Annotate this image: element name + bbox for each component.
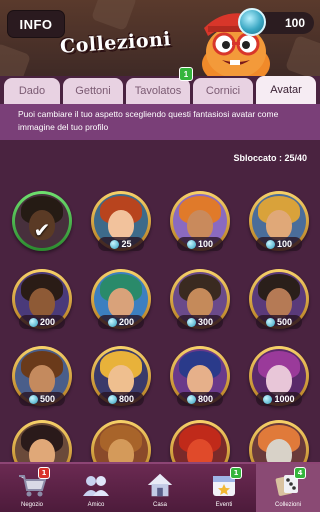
header: INFO Collezioni 100 bbox=[0, 0, 320, 76]
notification-badge: 1 bbox=[230, 467, 242, 479]
avatar-face bbox=[266, 210, 292, 240]
avatar-item[interactable]: 200 bbox=[12, 269, 72, 329]
avatar-face bbox=[266, 365, 292, 395]
avatar-price: 25 bbox=[98, 237, 144, 251]
tab-cornici[interactable]: Cornici bbox=[193, 78, 253, 104]
avatar-price: 200 bbox=[19, 315, 65, 329]
avatar-item[interactable]: 800 bbox=[91, 346, 151, 406]
avatar-face bbox=[108, 365, 134, 395]
gem-icon bbox=[28, 317, 38, 327]
notification-badge: 4 bbox=[294, 467, 306, 479]
gem-icon bbox=[28, 394, 38, 404]
avatar-item[interactable]: 1000 bbox=[249, 346, 309, 406]
bottom-navigation: 1 Negozio Amico Casa 1 Eventi 4 Collezio… bbox=[0, 462, 320, 512]
avatar-price: 1000 bbox=[256, 392, 302, 406]
collection-tabs: Dado Gettoni Tavolatos 1 Cornici Avatar bbox=[0, 67, 320, 104]
avatar-description: Puoi cambiare il tuo aspetto scegliendo … bbox=[0, 104, 320, 140]
gem-icon bbox=[107, 317, 117, 327]
price-value: 500 bbox=[276, 317, 293, 327]
coin-count: 100 bbox=[284, 16, 305, 30]
dice-decoration bbox=[0, 42, 32, 76]
nav-casa[interactable]: Casa bbox=[128, 464, 192, 512]
nav-amico[interactable]: Amico bbox=[64, 464, 128, 512]
gem-icon bbox=[263, 394, 273, 404]
gem-icon bbox=[265, 317, 275, 327]
checkmark-icon: ✔ bbox=[33, 218, 51, 242]
dice-decoration bbox=[90, 0, 138, 32]
avatar-face bbox=[266, 288, 292, 318]
avatar-price: 800 bbox=[177, 392, 223, 406]
price-value: 25 bbox=[121, 239, 132, 249]
avatar-item[interactable]: ✔ bbox=[12, 191, 72, 251]
gem-icon bbox=[110, 239, 120, 249]
avatar-face bbox=[108, 210, 134, 240]
price-value: 500 bbox=[39, 394, 56, 404]
price-value: 200 bbox=[39, 317, 56, 327]
price-value: 100 bbox=[276, 239, 293, 249]
gem-icon bbox=[186, 394, 196, 404]
avatar-face bbox=[187, 210, 213, 240]
avatar-item[interactable]: 500 bbox=[12, 346, 72, 406]
home-icon bbox=[145, 470, 175, 500]
tab-tavolatos[interactable]: Tavolatos 1 bbox=[126, 67, 193, 104]
avatar-item[interactable]: 100 bbox=[249, 191, 309, 251]
gem-icon bbox=[186, 239, 196, 249]
avatar-face bbox=[187, 288, 213, 318]
avatar-item[interactable]: 200 bbox=[91, 269, 151, 329]
unlocked-count: Sbloccato : 25/40 bbox=[233, 153, 307, 163]
gem-icon bbox=[186, 317, 196, 327]
avatar-item[interactable]: 100 bbox=[170, 191, 230, 251]
price-value: 800 bbox=[118, 394, 135, 404]
tab-avatar[interactable]: Avatar bbox=[256, 76, 316, 104]
notification-badge: 1 bbox=[38, 467, 50, 479]
avatar-item[interactable]: 800 bbox=[170, 346, 230, 406]
nav-collezioni[interactable]: 4 Collezioni bbox=[256, 464, 320, 512]
page-title: Collezioni bbox=[59, 28, 172, 58]
price-value: 200 bbox=[118, 317, 135, 327]
notification-badge: 1 bbox=[179, 67, 193, 81]
nav-negozio[interactable]: 1 Negozio bbox=[0, 464, 64, 512]
avatar-face bbox=[29, 288, 55, 318]
avatar-price: 500 bbox=[256, 315, 302, 329]
dice-decoration bbox=[284, 34, 320, 76]
gem-currency-icon bbox=[238, 8, 266, 36]
avatar-portrait: ✔ bbox=[15, 194, 69, 248]
gem-icon bbox=[265, 239, 275, 249]
avatar-price: 200 bbox=[98, 315, 144, 329]
gem-icon bbox=[107, 394, 117, 404]
avatar-price: 100 bbox=[177, 237, 223, 251]
avatar-face bbox=[29, 365, 55, 395]
avatar-price: 500 bbox=[19, 392, 65, 406]
tab-gettoni[interactable]: Gettoni bbox=[63, 78, 123, 104]
friends-icon bbox=[81, 470, 111, 500]
info-button[interactable]: INFO bbox=[7, 10, 65, 38]
avatar-price: 300 bbox=[177, 315, 223, 329]
avatar-price: 100 bbox=[256, 237, 302, 251]
price-value: 300 bbox=[197, 317, 214, 327]
avatar-face bbox=[108, 288, 134, 318]
price-value: 1000 bbox=[274, 394, 295, 404]
price-value: 100 bbox=[197, 239, 214, 249]
price-value: 800 bbox=[197, 394, 214, 404]
avatar-item[interactable]: 300 bbox=[170, 269, 230, 329]
avatar-item[interactable]: 500 bbox=[249, 269, 309, 329]
avatar-face bbox=[187, 365, 213, 395]
avatar-price: 800 bbox=[98, 392, 144, 406]
avatar-item[interactable]: 25 bbox=[91, 191, 151, 251]
nav-eventi[interactable]: 1 Eventi bbox=[192, 464, 256, 512]
tab-dado[interactable]: Dado bbox=[4, 78, 60, 104]
